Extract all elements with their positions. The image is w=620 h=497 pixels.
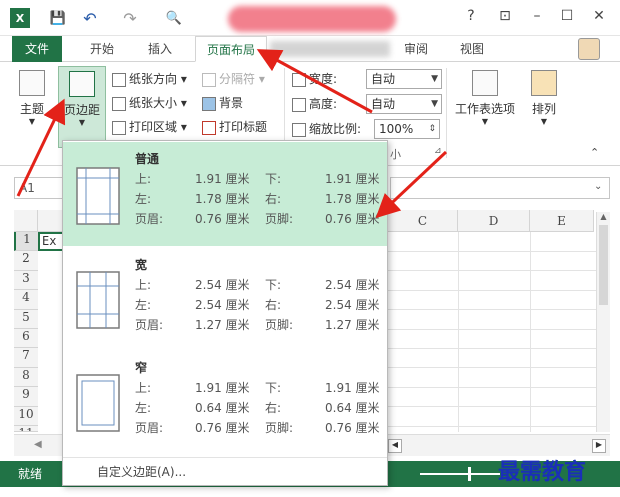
arrow-to-normal-option <box>375 150 448 219</box>
arrow-to-margins-button <box>16 98 66 197</box>
annotation-arrows <box>16 49 448 219</box>
arrow-to-page-layout-tab <box>256 49 373 114</box>
